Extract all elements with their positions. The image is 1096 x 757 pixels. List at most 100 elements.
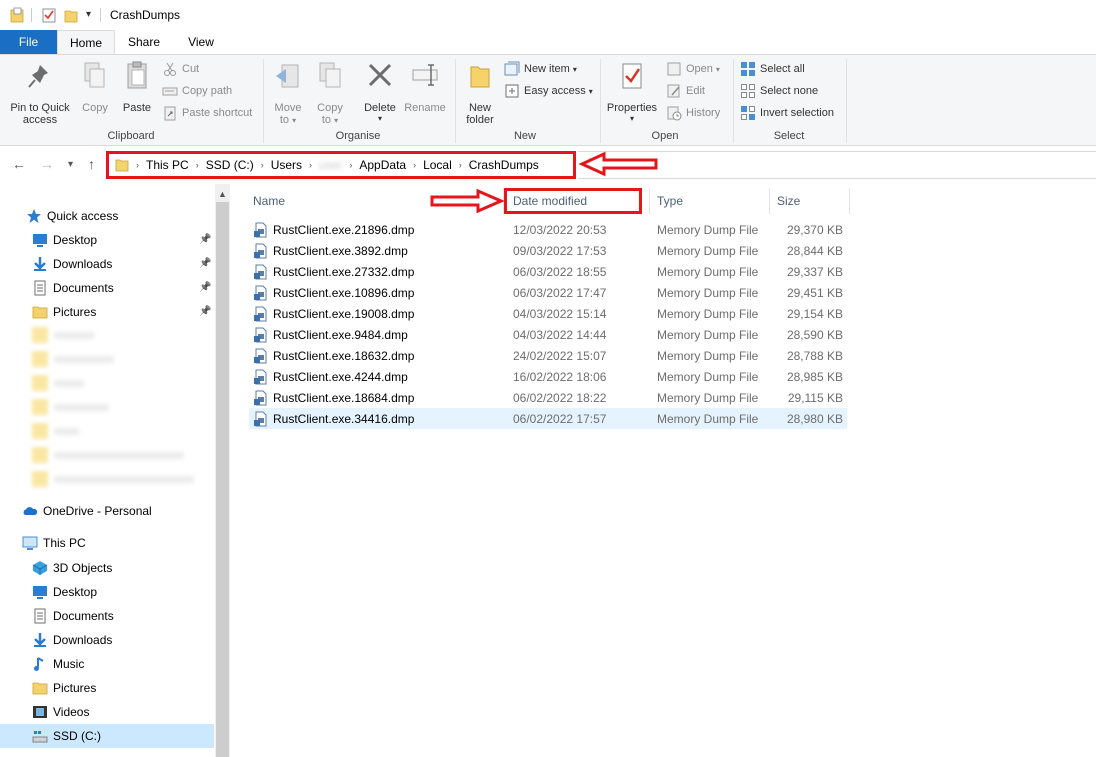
- breadcrumb-user-blurred[interactable]: user: [319, 158, 342, 172]
- properties-button[interactable]: Properties ▾: [604, 59, 660, 123]
- file-name-cell[interactable]: RustClient.exe.3892.dmp: [253, 243, 408, 259]
- dump-file-icon: [254, 306, 267, 322]
- paste-shortcut-button[interactable]: Paste shortcut: [162, 103, 252, 123]
- paste-button[interactable]: Paste: [118, 59, 156, 114]
- customize-toolbar-icon[interactable]: ▾: [86, 9, 91, 20]
- file-row[interactable]: RustClient.exe.10896.dmp 06/03/2022 17:47…: [249, 282, 847, 303]
- file-row[interactable]: RustClient.exe.19008.dmp 04/03/2022 15:14…: [249, 303, 847, 324]
- copy-button[interactable]: Copy: [76, 59, 114, 114]
- properties-check-icon[interactable]: [42, 7, 56, 23]
- file-size: 29,115 KB: [787, 391, 843, 405]
- recent-locations-chevron-icon[interactable]: ▾: [68, 159, 73, 170]
- divider: [100, 8, 101, 22]
- forward-arrow-icon[interactable]: →: [40, 156, 54, 172]
- file-name-cell[interactable]: RustClient.exe.21896.dmp: [253, 222, 414, 238]
- file-name-cell[interactable]: RustClient.exe.9484.dmp: [253, 327, 408, 343]
- file-date: 09/03/2022 17:53: [513, 244, 607, 258]
- pin-to-quick-access-button[interactable]: Pin to Quick access: [6, 59, 74, 126]
- column-separator[interactable]: [649, 188, 650, 214]
- copy-path-button[interactable]: Copy path: [162, 81, 232, 101]
- column-header-size[interactable]: Size: [777, 188, 800, 214]
- new-item-button[interactable]: New item ▾: [504, 59, 577, 79]
- open-button[interactable]: Open ▾: [666, 59, 720, 79]
- breadcrumb-ssd[interactable]: SSD (C:): [206, 158, 254, 172]
- delete-button[interactable]: Delete ▾: [360, 59, 400, 123]
- invert-selection-button[interactable]: Invert selection: [740, 103, 834, 123]
- folder-properties-icon[interactable]: [10, 7, 24, 23]
- file-row[interactable]: RustClient.exe.34416.dmp 06/02/2022 17:57…: [249, 408, 847, 429]
- sidebar-item-pictures[interactable]: Pictures: [32, 677, 96, 699]
- column-header-type[interactable]: Type: [657, 188, 683, 214]
- sidebar-item-desktop[interactable]: Desktop: [32, 581, 97, 603]
- breadcrumb-appdata[interactable]: AppData: [359, 158, 406, 172]
- edit-button[interactable]: Edit: [666, 81, 705, 101]
- breadcrumb-users[interactable]: Users: [271, 158, 302, 172]
- breadcrumb-crashdumps[interactable]: CrashDumps: [469, 158, 539, 172]
- new-folder-icon: [470, 66, 490, 88]
- new-folder-icon[interactable]: [64, 7, 78, 23]
- new-folder-button[interactable]: New folder: [460, 59, 500, 126]
- move-to-button[interactable]: Move to ▾: [270, 59, 306, 126]
- back-arrow-icon[interactable]: ←: [12, 156, 26, 172]
- file-date: 24/02/2022 15:07: [513, 349, 607, 363]
- sidebar-item-quick-access[interactable]: Quick access: [26, 205, 118, 227]
- easy-access-button[interactable]: Easy access ▾: [504, 81, 593, 101]
- sidebar-item-downloads[interactable]: Downloads: [32, 253, 112, 275]
- file-row[interactable]: RustClient.exe.18684.dmp 06/02/2022 18:22…: [249, 387, 847, 408]
- sidebar-item-pictures[interactable]: Pictures: [32, 301, 96, 323]
- tab-share[interactable]: Share: [122, 30, 166, 54]
- sidebar-item-label: Desktop: [53, 233, 98, 247]
- pin-icon[interactable]: 📌: [199, 306, 211, 317]
- file-row[interactable]: RustClient.exe.3892.dmp 09/03/2022 17:53 M…: [249, 240, 847, 261]
- select-none-button[interactable]: Select none: [740, 81, 818, 101]
- breadcrumb-this-pc[interactable]: This PC: [146, 158, 189, 172]
- file-name-cell[interactable]: RustClient.exe.18632.dmp: [253, 348, 414, 364]
- file-name-cell[interactable]: RustClient.exe.18684.dmp: [253, 390, 414, 406]
- file-date: 04/03/2022 15:14: [513, 307, 607, 321]
- sidebar-item-3d-objects[interactable]: 3D Objects: [32, 557, 112, 579]
- ribbon-separator: [733, 59, 734, 143]
- file-name-cell[interactable]: RustClient.exe.10896.dmp: [253, 285, 414, 301]
- sidebar-item-videos[interactable]: Videos: [32, 701, 89, 723]
- pin-icon[interactable]: 📌: [199, 258, 211, 269]
- sidebar-item-documents[interactable]: Documents: [32, 277, 114, 299]
- file-row[interactable]: RustClient.exe.4244.dmp 16/02/2022 18:06 M…: [249, 366, 847, 387]
- sidebar-item-documents[interactable]: Documents: [32, 605, 114, 627]
- file-row[interactable]: RustClient.exe.27332.dmp 06/03/2022 18:55…: [249, 261, 847, 282]
- file-row[interactable]: RustClient.exe.21896.dmp 12/03/2022 20:53…: [249, 219, 847, 240]
- sidebar-scroll-thumb[interactable]: [216, 202, 229, 757]
- file-row[interactable]: RustClient.exe.9484.dmp 04/03/2022 14:44 M…: [249, 324, 847, 345]
- sidebar-item-downloads[interactable]: Downloads: [32, 629, 112, 651]
- copy-to-button[interactable]: Copy to ▾: [312, 59, 348, 126]
- file-name-cell[interactable]: RustClient.exe.27332.dmp: [253, 264, 414, 280]
- up-arrow-icon[interactable]: ↑: [88, 156, 95, 172]
- tab-home[interactable]: Home: [57, 30, 115, 54]
- select-none-icon: [741, 84, 755, 98]
- file-name-cell[interactable]: RustClient.exe.4244.dmp: [253, 369, 408, 385]
- invert-selection-icon: [741, 106, 755, 120]
- sidebar-item-onedrive[interactable]: OneDrive - Personal: [22, 500, 152, 522]
- tab-view[interactable]: View: [182, 30, 220, 54]
- address-bar[interactable]: › This PC › SSD (C:) › Users › user › Ap…: [106, 151, 576, 179]
- tab-file[interactable]: File: [0, 30, 57, 54]
- pin-icon[interactable]: 📌: [199, 234, 211, 245]
- scroll-up-arrow-icon[interactable]: ▲: [215, 186, 230, 202]
- column-separator[interactable]: [769, 188, 770, 214]
- sidebar-item-desktop[interactable]: Desktop: [32, 229, 97, 251]
- cut-button[interactable]: Cut: [162, 59, 199, 79]
- sidebar-item-ssd-c[interactable]: SSD (C:): [32, 725, 101, 747]
- file-name-cell[interactable]: RustClient.exe.34416.dmp: [253, 411, 414, 427]
- select-all-button[interactable]: Select all: [740, 59, 805, 79]
- history-button[interactable]: History: [666, 103, 720, 123]
- sidebar-item-this-pc[interactable]: This PC: [22, 532, 86, 554]
- breadcrumb-local[interactable]: Local: [423, 158, 452, 172]
- pin-icon[interactable]: 📌: [199, 282, 211, 293]
- rename-button[interactable]: Rename: [402, 59, 448, 114]
- file-name-cell[interactable]: RustClient.exe.19008.dmp: [253, 306, 414, 322]
- file-row[interactable]: RustClient.exe.18632.dmp 24/02/2022 15:07…: [249, 345, 847, 366]
- dump-file-icon: [254, 369, 267, 385]
- column-separator[interactable]: [849, 188, 850, 214]
- pin-label-line1: Pin to Quick: [10, 102, 70, 114]
- column-header-name[interactable]: Name: [253, 188, 285, 214]
- sidebar-item-music[interactable]: Music: [32, 653, 84, 675]
